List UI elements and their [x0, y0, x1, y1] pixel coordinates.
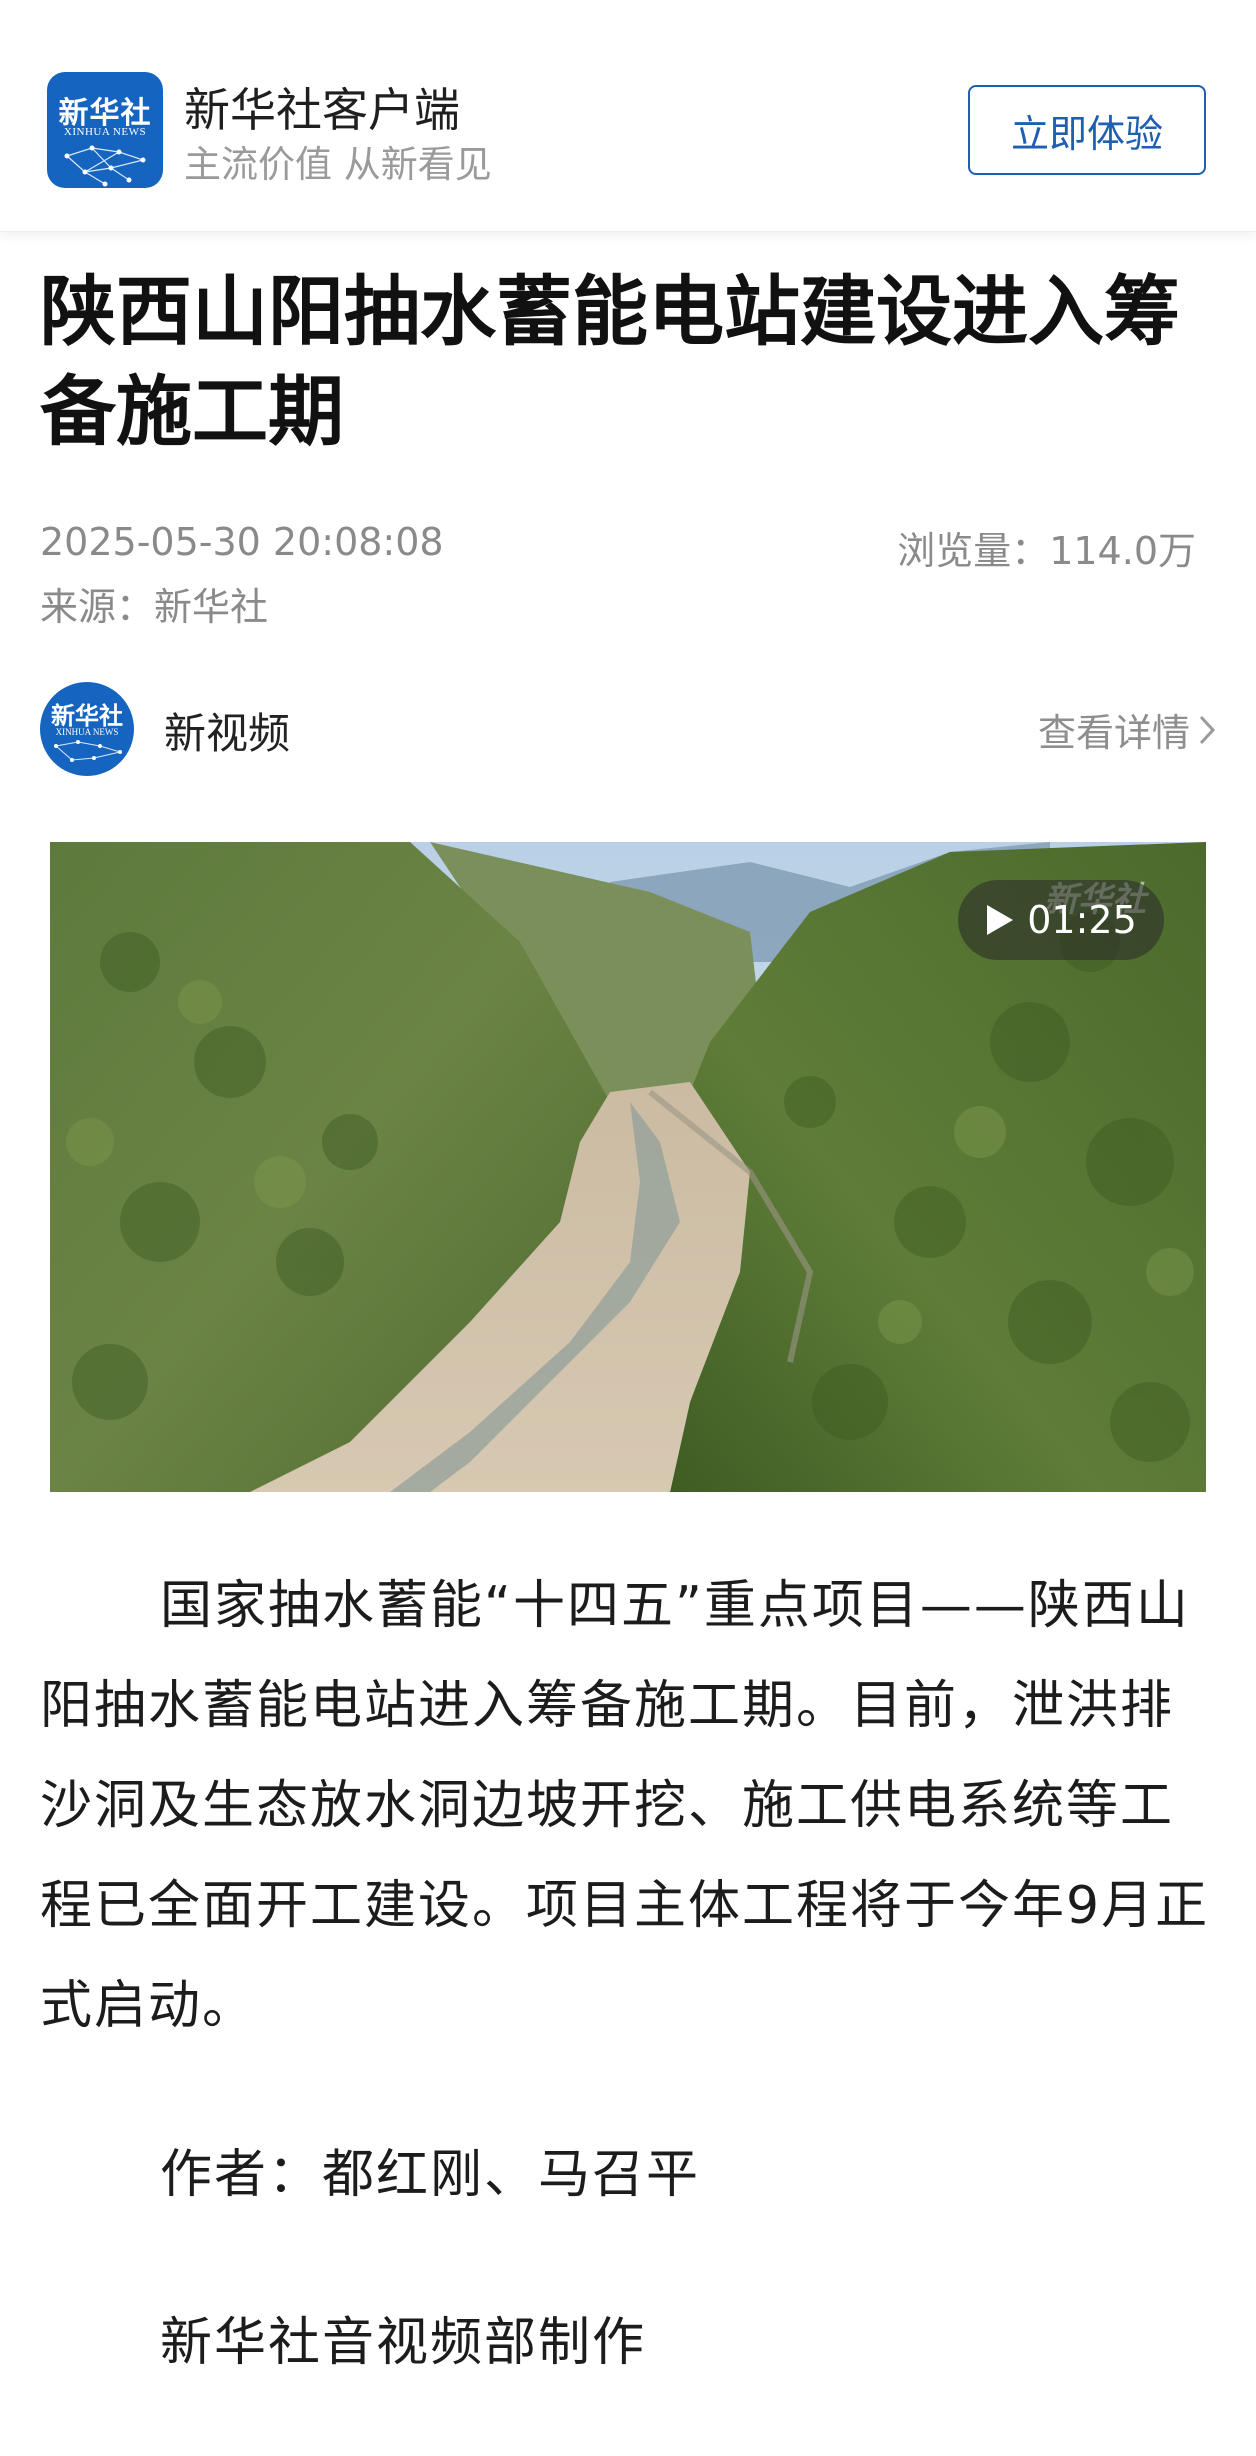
- article-source: 来源：新华社: [40, 585, 269, 629]
- xinhua-logo-icon: 新华社 XINHUA NEWS: [47, 72, 163, 188]
- article-paragraph: 国家抽水蓄能“十四五”重点项目——陕西山阳抽水蓄能电站进入筹备施工期。目前，泄洪…: [40, 1576, 1210, 2036]
- author-line: 作者：都红刚、马召平: [160, 2145, 701, 2205]
- view-count: 浏览量：114.0万: [897, 529, 1196, 573]
- app-download-banner: 新华社 XINHUA NEWS 新华社客户端 主流价值 从新看见 立即体验: [0, 0, 1256, 232]
- chevron-right-icon: [1199, 715, 1216, 744]
- network-globe-icon: [64, 145, 146, 187]
- view-details-link[interactable]: 查看详情: [1038, 702, 1216, 757]
- logo-subtext: XINHUA NEWS: [63, 126, 147, 138]
- channel-avatar[interactable]: 新华社 XINHUA NEWS: [40, 682, 134, 776]
- app-slogan: 主流价值 从新看见: [184, 143, 492, 186]
- try-now-button[interactable]: 立即体验: [968, 85, 1206, 175]
- publish-datetime: 2025-05-30 20:08:08: [40, 520, 444, 564]
- video-duration: 01:25: [1027, 898, 1137, 942]
- play-icon: [987, 905, 1014, 935]
- view-details-label: 查看详情: [1037, 711, 1190, 755]
- avatar-logo-text: 新华社: [51, 701, 123, 730]
- channel-name[interactable]: 新视频: [164, 700, 290, 761]
- article-title: 陕西山阳抽水蓄能电站建设进入筹备施工期: [40, 267, 1180, 456]
- network-globe-icon: [54, 740, 122, 762]
- app-name: 新华社客户端: [184, 83, 460, 137]
- producer-line: 新华社音视频部制作: [160, 2313, 647, 2373]
- play-duration-badge[interactable]: 01:25: [958, 880, 1164, 960]
- video-player[interactable]: 新华社 01:25: [50, 842, 1206, 1492]
